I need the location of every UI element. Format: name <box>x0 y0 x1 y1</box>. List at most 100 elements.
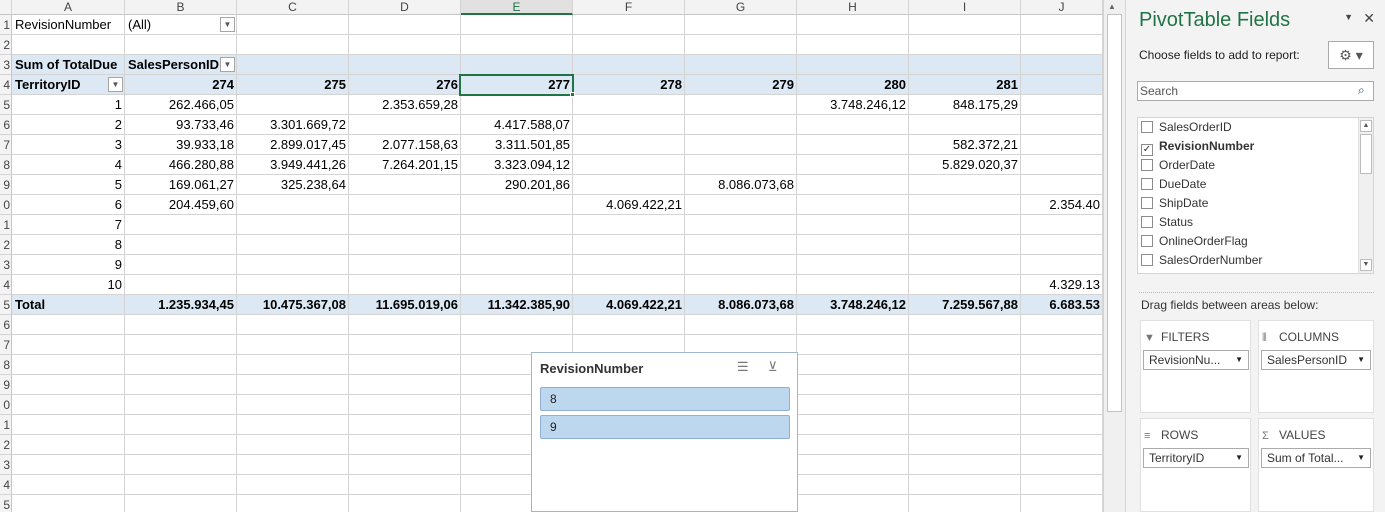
row-header[interactable]: 8 <box>0 355 12 375</box>
chevron-down-icon[interactable]: ▼ <box>1357 449 1365 467</box>
territory-id[interactable]: 7 <box>12 215 125 235</box>
columns-filter-button[interactable]: ▼ <box>220 57 235 72</box>
filter-field-label[interactable]: RevisionNumber <box>12 15 125 35</box>
total-label[interactable]: Total <box>12 295 125 315</box>
value-cell[interactable] <box>573 235 685 255</box>
columns-field-chip[interactable]: SalesPersonID ▼ <box>1261 350 1371 370</box>
value-cell[interactable] <box>237 255 349 275</box>
value-cell[interactable] <box>685 115 797 135</box>
column-id-header[interactable]: 276 <box>349 75 461 95</box>
territory-id[interactable]: 10 <box>12 275 125 295</box>
total-value[interactable]: 10.475.367,08 <box>237 295 349 315</box>
column-header-f[interactable]: F <box>573 0 685 15</box>
chevron-down-icon[interactable]: ▼ <box>1357 351 1365 369</box>
row-header[interactable]: 3 <box>0 455 12 475</box>
value-cell[interactable] <box>349 255 461 275</box>
scroll-down-icon[interactable]: ▼ <box>1360 259 1372 271</box>
row-header[interactable]: 2 <box>0 435 12 455</box>
row-header[interactable]: 0 <box>0 195 12 215</box>
row-header[interactable]: 6 <box>0 115 12 135</box>
value-cell[interactable] <box>1021 235 1103 255</box>
row-header[interactable]: 2 <box>0 35 12 55</box>
value-cell[interactable]: 93.733,46 <box>125 115 237 135</box>
value-cell[interactable] <box>797 115 909 135</box>
value-cell[interactable] <box>1021 115 1103 135</box>
value-cell[interactable] <box>797 275 909 295</box>
row-header[interactable]: 4 <box>0 475 12 495</box>
value-cell[interactable] <box>685 155 797 175</box>
column-id-header[interactable]: 279 <box>685 75 797 95</box>
value-cell[interactable] <box>685 255 797 275</box>
value-cell[interactable] <box>797 255 909 275</box>
row-header[interactable]: 3 <box>0 55 12 75</box>
value-cell[interactable] <box>909 215 1021 235</box>
value-cell[interactable] <box>125 275 237 295</box>
filter-value[interactable]: (All) <box>125 15 225 35</box>
field-list[interactable]: ▲ ▼ SalesOrderID ✓ RevisionNumber OrderDate… <box>1137 117 1374 274</box>
value-cell[interactable]: 3.949.441,26 <box>237 155 349 175</box>
value-cell[interactable] <box>1021 155 1103 175</box>
filters-field-chip[interactable]: RevisionNu... ▼ <box>1143 350 1249 370</box>
value-cell[interactable] <box>125 235 237 255</box>
row-header[interactable]: 5 <box>0 295 12 315</box>
scroll-thumb[interactable] <box>1107 14 1122 412</box>
value-cell[interactable] <box>909 115 1021 135</box>
pane-options-icon[interactable]: ▼ <box>1344 12 1353 22</box>
rows-field-chip[interactable]: TerritoryID ▼ <box>1143 448 1249 468</box>
value-cell[interactable] <box>685 195 797 215</box>
value-cell[interactable] <box>237 215 349 235</box>
checkbox-icon[interactable] <box>1141 178 1153 190</box>
value-cell[interactable] <box>349 115 461 135</box>
checkbox-icon[interactable] <box>1141 254 1153 266</box>
slicer-item[interactable]: 9 <box>540 415 790 439</box>
total-value[interactable]: 7.259.567,88 <box>909 295 1021 315</box>
value-cell[interactable]: 2.077.158,63 <box>349 135 461 155</box>
value-cell[interactable]: 325.238,64 <box>237 175 349 195</box>
value-cell[interactable] <box>573 215 685 235</box>
value-cell[interactable] <box>909 255 1021 275</box>
row-header[interactable]: 5 <box>0 95 12 115</box>
row-header[interactable]: 9 <box>0 175 12 195</box>
total-value[interactable]: 1.235.934,45 <box>125 295 237 315</box>
value-cell[interactable]: 8.086.073,68 <box>685 175 797 195</box>
scroll-up-icon[interactable]: ▲ <box>1360 120 1372 132</box>
column-id-header[interactable]: 275 <box>237 75 349 95</box>
column-id-header[interactable]: 281 <box>909 75 1021 95</box>
value-cell[interactable]: 3.748.246,12 <box>797 95 909 115</box>
value-cell[interactable] <box>237 235 349 255</box>
value-cell[interactable] <box>349 275 461 295</box>
value-cell[interactable]: 39.933,18 <box>125 135 237 155</box>
value-cell[interactable]: 204.459,60 <box>125 195 237 215</box>
value-cell[interactable] <box>909 175 1021 195</box>
value-cell[interactable]: 4.329.13 <box>1021 275 1103 295</box>
row-header[interactable]: 7 <box>0 335 12 355</box>
value-cell[interactable] <box>685 135 797 155</box>
column-header-a[interactable]: A <box>12 0 125 15</box>
column-header-j[interactable]: J <box>1021 0 1103 15</box>
clear-filter-icon[interactable]: ⊻ <box>768 359 778 375</box>
value-cell[interactable] <box>573 135 685 155</box>
value-cell[interactable] <box>797 195 909 215</box>
fill-handle[interactable] <box>570 92 575 97</box>
row-header[interactable]: 9 <box>0 375 12 395</box>
value-cell[interactable]: 848.175,29 <box>909 95 1021 115</box>
value-cell[interactable]: 582.372,21 <box>909 135 1021 155</box>
territory-id[interactable]: 5 <box>12 175 125 195</box>
value-cell[interactable] <box>237 95 349 115</box>
field-item[interactable]: OnlineOrderFlag <box>1141 232 1248 251</box>
row-header[interactable]: 1 <box>0 415 12 435</box>
value-cell[interactable] <box>1021 255 1103 275</box>
value-cell[interactable]: 3.323.094,12 <box>461 155 573 175</box>
column-header-g[interactable]: G <box>685 0 797 15</box>
multi-select-icon[interactable]: ☰ <box>737 359 749 375</box>
value-cell[interactable] <box>1021 135 1103 155</box>
column-header-h[interactable]: H <box>797 0 909 15</box>
column-header-e[interactable]: E <box>461 0 573 15</box>
value-cell[interactable] <box>685 95 797 115</box>
value-cell[interactable]: 7.264.201,15 <box>349 155 461 175</box>
column-header-d[interactable]: D <box>349 0 461 15</box>
row-header[interactable]: 5 <box>0 495 12 512</box>
value-cell[interactable]: 4.417.588,07 <box>461 115 573 135</box>
field-item[interactable]: SalesOrderNumber <box>1141 251 1262 270</box>
column-header-b[interactable]: B <box>125 0 237 15</box>
